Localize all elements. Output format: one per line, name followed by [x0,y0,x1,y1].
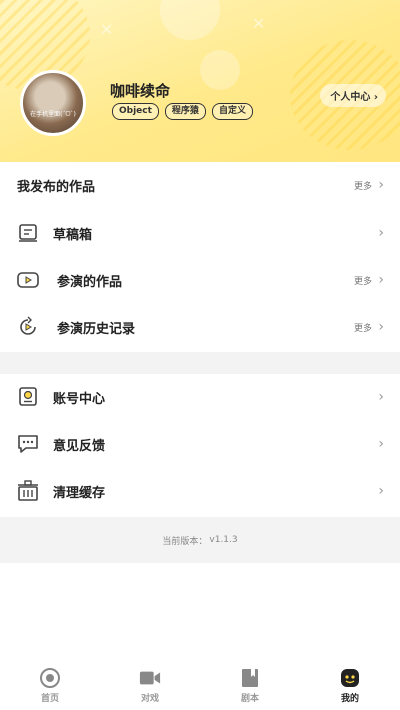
version-info: 当前版本： v1.1.3 [0,517,400,563]
profile-header: ✕ ✕ 在手机里面(ˊᗜˋ) 咖啡续命 Object 程序猿 自定义 个人中心 … [0,0,400,162]
drafts-label: 草稿箱 [53,227,93,243]
section-divider [0,352,400,374]
acting-history-row[interactable]: 参演历史记录 更多 › [0,304,400,350]
tab-home[interactable]: 首页 [0,660,100,710]
chevron-right-icon: › [378,177,384,193]
feedback-row[interactable]: 意见反馈 › [0,421,400,467]
book-icon [239,668,261,688]
bottom-tab-bar: 首页 对戏 剧本 我的 [0,660,400,710]
acted-works-label: 参演的作品 [57,274,123,290]
trash-icon [17,480,39,502]
user-tag: 自定义 [211,103,253,120]
more-link[interactable]: 更多 [354,274,372,287]
tab-battle[interactable]: 对戏 [100,660,200,710]
tab-script[interactable]: 剧本 [200,660,300,710]
published-works-row[interactable]: 我发布的作品 更多 › [0,162,400,208]
tab-label: 对戏 [140,694,159,704]
published-works-label: 我发布的作品 [17,179,96,195]
decorative-x: ✕ [252,14,266,33]
replay-icon [17,316,39,338]
video-camera-icon [139,668,161,688]
decorative-circle [200,50,240,90]
play-icon [17,269,39,291]
chevron-right-icon: › [378,389,384,405]
home-icon [39,668,61,688]
user-tag: 程序猿 [164,103,206,120]
tab-label: 首页 [40,694,59,704]
tab-mine[interactable]: 我的 [300,660,400,710]
decorative-x: ✕ [100,20,114,39]
acting-history-label: 参演历史记录 [57,321,136,337]
chevron-right-icon: › [378,319,384,335]
profile-center-label: 个人中心 [330,92,371,103]
chevron-right-icon: › [373,92,378,103]
user-tags: Object 程序猿 自定义 [112,103,253,120]
chevron-right-icon: › [378,272,384,288]
account-center-label: 账号中心 [53,391,106,407]
user-tag: Object [112,103,159,120]
more-link[interactable]: 更多 [354,321,372,334]
profile-center-button[interactable]: 个人中心 › [320,84,386,107]
profile-face-icon [339,668,361,688]
username: 咖啡续命 [110,82,171,100]
tab-label: 我的 [340,694,359,704]
version-prefix: 当前版本： [162,536,208,547]
acted-works-row[interactable]: 参演的作品 更多 › [0,257,400,303]
chevron-right-icon: › [378,436,384,452]
more-link[interactable]: 更多 [354,179,372,192]
feedback-label: 意见反馈 [53,438,106,454]
decorative-circle [160,0,220,40]
version-value: v1.1.3 [209,535,238,545]
chevron-right-icon: › [378,483,384,499]
chat-bubble-icon [17,433,39,455]
clear-cache-label: 清理缓存 [53,485,106,501]
chevron-right-icon: › [378,225,384,241]
clear-cache-row[interactable]: 清理缓存 › [0,468,400,514]
drafts-icon [17,222,39,244]
drafts-row[interactable]: 草稿箱 › [0,210,400,256]
avatar[interactable]: 在手机里面(ˊᗜˋ) [20,70,86,136]
account-center-row[interactable]: 账号中心 › [0,374,400,420]
tab-label: 剧本 [240,694,259,704]
account-icon [17,386,39,408]
avatar-caption: 在手机里面(ˊᗜˋ) [30,111,76,118]
